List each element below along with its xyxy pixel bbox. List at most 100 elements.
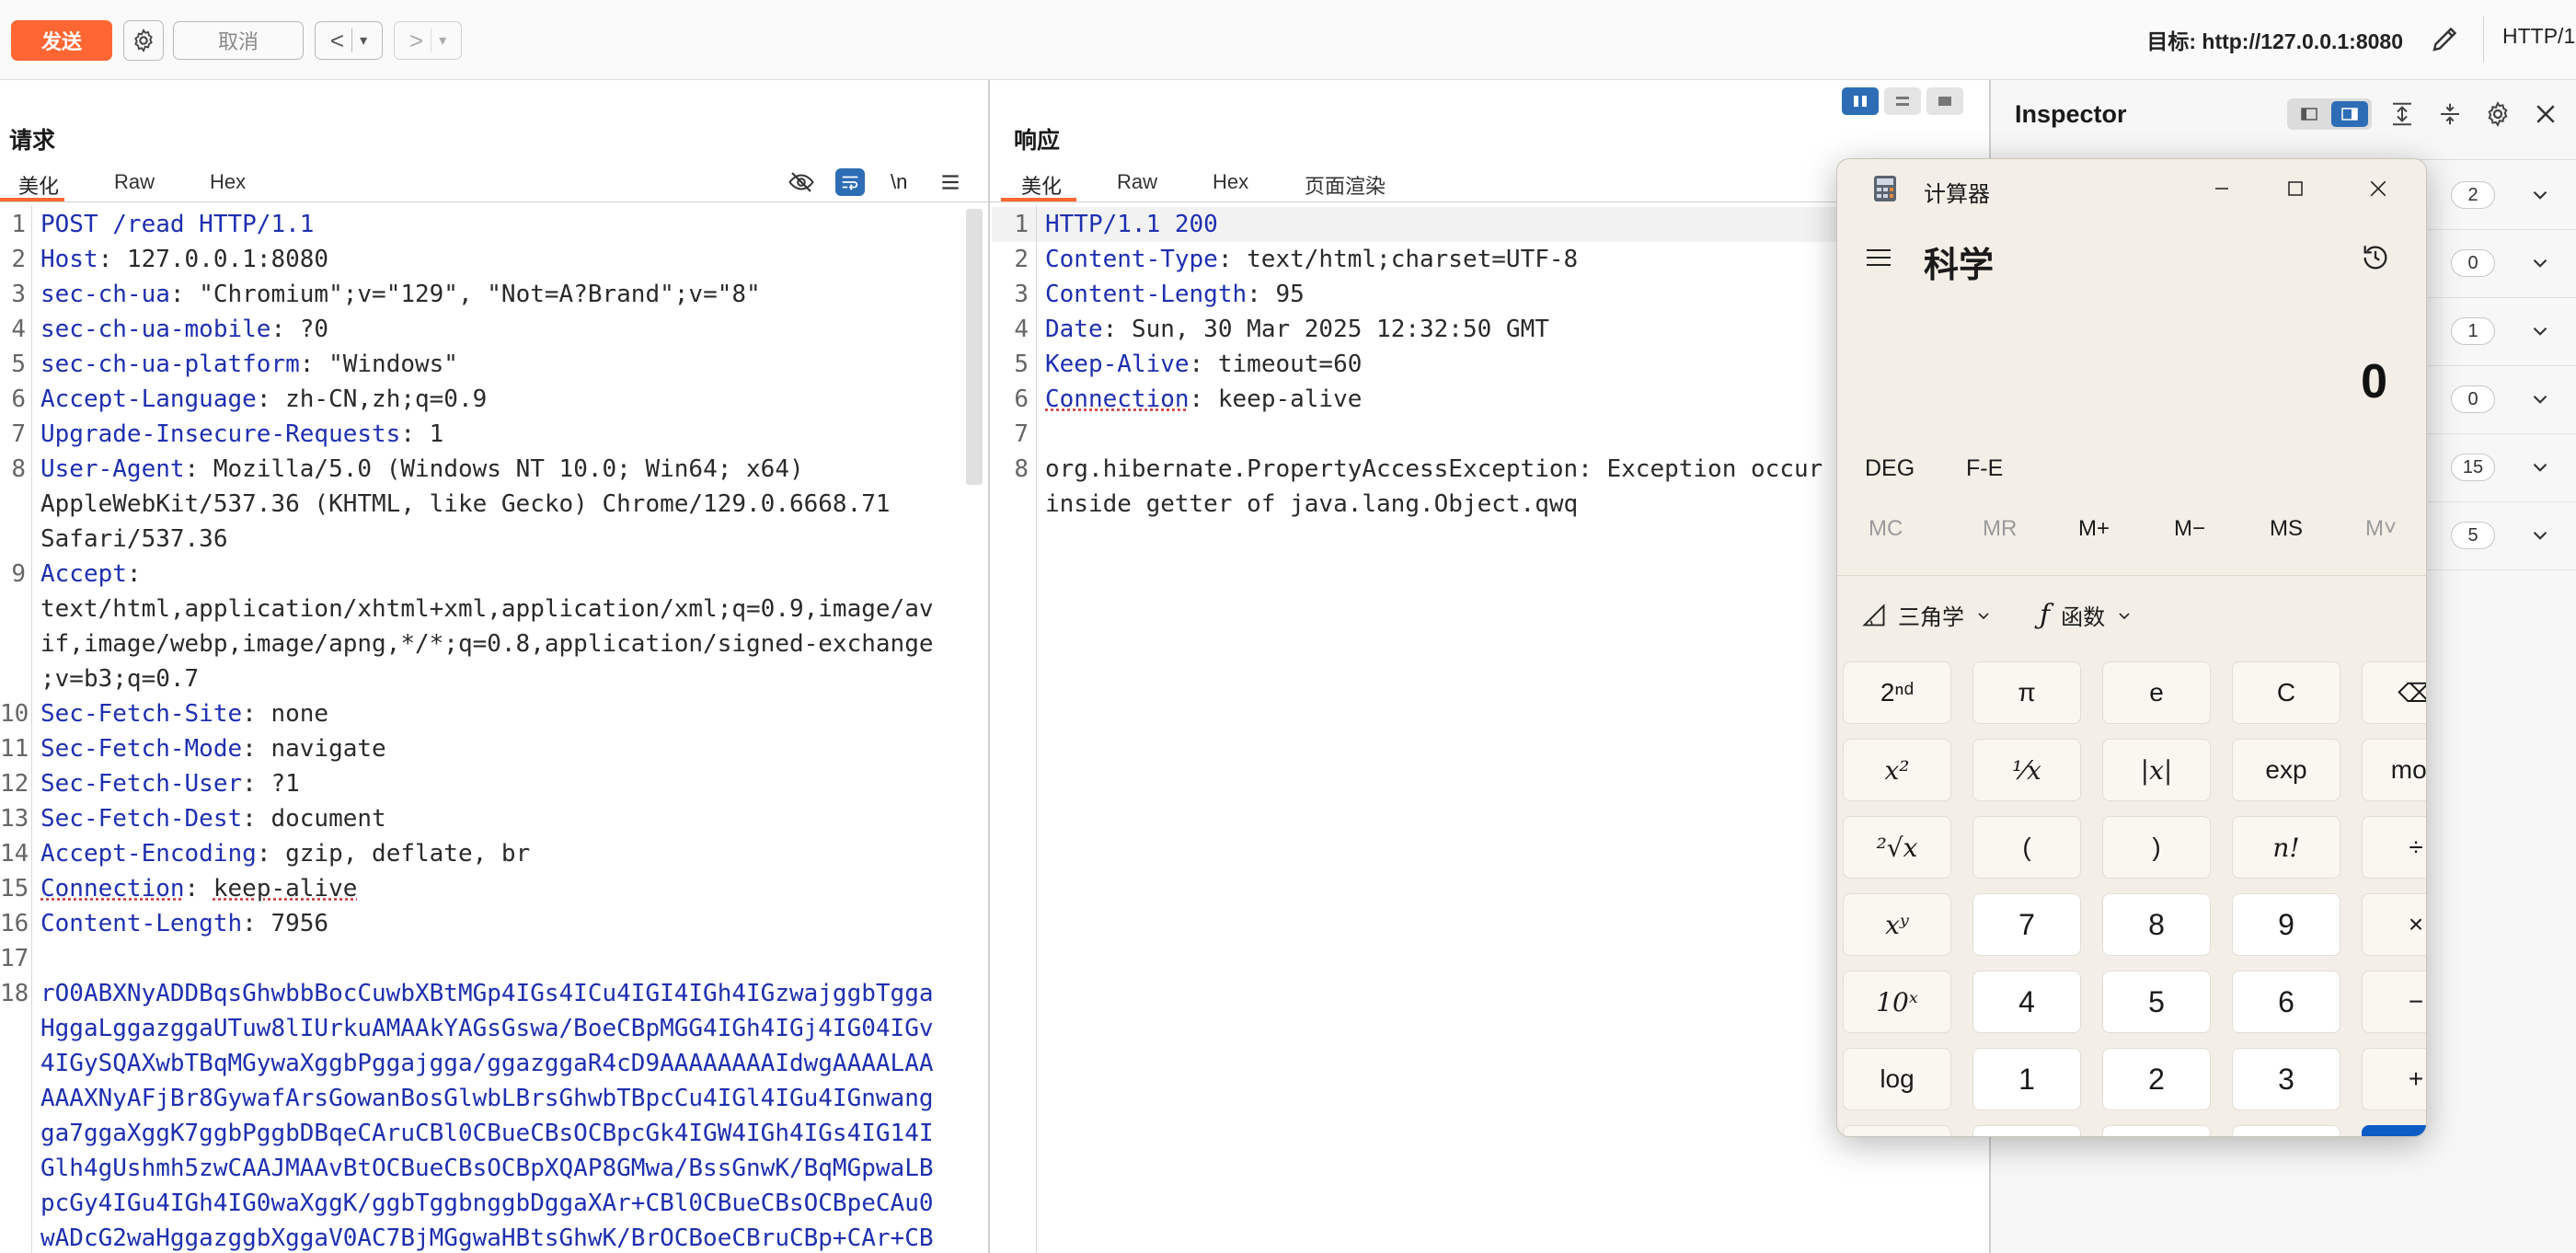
log-button[interactable]: log: [1843, 1048, 1951, 1110]
digit-4-button[interactable]: 4: [1972, 971, 2081, 1033]
header-value: 7956: [270, 910, 329, 937]
inspector-close-button[interactable]: [2532, 100, 2559, 132]
calculator-display: 0: [2361, 355, 2387, 408]
layout-tabs[interactable]: [1926, 87, 1963, 115]
eye-slash-icon: [788, 172, 814, 192]
history-button[interactable]: [2360, 242, 2391, 278]
function-dropdown[interactable]: ƒ 函数: [2040, 599, 2133, 631]
line-number: 3: [1014, 281, 1029, 308]
inspector-layout-detail[interactable]: [2331, 101, 2368, 127]
clear-button[interactable]: C: [2232, 661, 2340, 724]
request-scrollbar[interactable]: [966, 209, 983, 485]
backspace-button[interactable]: ⌫: [2362, 661, 2426, 724]
tab-pretty[interactable]: 美化: [18, 170, 59, 200]
angle-unit-button[interactable]: DEG: [1865, 455, 1915, 482]
collapse-all-button[interactable]: [2436, 100, 2464, 132]
tab-render[interactable]: 页面渲染: [1305, 170, 1386, 200]
digit-6-button[interactable]: 6: [2232, 971, 2340, 1033]
maximize-button[interactable]: [2275, 172, 2316, 205]
expand-all-button[interactable]: [2388, 100, 2416, 132]
sqrt-button[interactable]: ²√x: [1843, 816, 1951, 879]
http-version-label[interactable]: HTTP/1: [2502, 24, 2576, 49]
mod-button[interactable]: mod: [2362, 739, 2426, 801]
edit-target-button[interactable]: [2429, 22, 2462, 60]
send-button[interactable]: 发送: [11, 20, 112, 61]
square-button[interactable]: x²: [1843, 739, 1951, 801]
tab-pretty[interactable]: 美化: [1021, 170, 1062, 200]
memory-list-button[interactable]: M˅: [2365, 516, 2397, 542]
ten-power-button[interactable]: 10ˣ: [1843, 971, 1951, 1033]
minimize-button[interactable]: [2202, 172, 2242, 205]
chevron-down-icon[interactable]: ▾: [360, 31, 367, 50]
memory-add-button[interactable]: M+: [2078, 516, 2110, 542]
word-wrap-toggle[interactable]: [835, 168, 865, 196]
memory-recall-button[interactable]: MR: [1983, 516, 2017, 542]
tab-raw[interactable]: Raw: [114, 170, 155, 194]
code-line: Content-Length: 7956: [40, 906, 328, 941]
fixed-exponent-button[interactable]: F-E: [1966, 455, 2003, 482]
request-editor[interactable]: 1 POST /read HTTP/1.1 2 Host: 127.0.0.1:808…: [0, 207, 960, 1253]
settings-button[interactable]: [123, 20, 164, 61]
cancel-button[interactable]: 取消: [173, 21, 304, 60]
line-number: 13: [0, 805, 29, 833]
open-paren-button[interactable]: (: [1972, 816, 2081, 879]
digit-7-button[interactable]: 7: [1972, 893, 2081, 956]
calculator-window-title: 计算器: [1924, 182, 1990, 207]
memory-subtract-button[interactable]: M−: [2174, 516, 2205, 542]
layout-stacked[interactable]: [1884, 87, 1921, 115]
exp-button[interactable]: exp: [2232, 739, 2340, 801]
digit-9-button[interactable]: 9: [2232, 893, 2340, 956]
inspector-layout-list[interactable]: [2291, 101, 2328, 127]
divide-button[interactable]: ÷: [2362, 816, 2426, 879]
calculator-close-button[interactable]: [2358, 172, 2398, 205]
ln-button[interactable]: ln: [1843, 1125, 1951, 1136]
chevron-down-icon[interactable]: ▾: [439, 31, 446, 50]
negate-button[interactable]: ⁺⁄₋: [1972, 1125, 2081, 1136]
layout-toggle-group: [1842, 87, 1963, 115]
wrap-icon: [842, 176, 858, 190]
digit-1-button[interactable]: 1: [1972, 1048, 2081, 1110]
tab-raw[interactable]: Raw: [1117, 170, 1157, 194]
reciprocal-button[interactable]: ¹⁄x: [1972, 739, 2081, 801]
multiply-button[interactable]: ×: [2362, 893, 2426, 956]
request-menu-button[interactable]: [938, 170, 962, 199]
header-name: Sec-Fetch-Dest: [40, 805, 243, 833]
digit-2-button[interactable]: 2: [2102, 1048, 2211, 1110]
header-name: Accept-Language: [40, 385, 257, 413]
minus-button[interactable]: −: [2362, 971, 2426, 1033]
back-button[interactable]: < ▾: [315, 21, 383, 60]
plus-button[interactable]: +: [2362, 1048, 2426, 1110]
navigation-menu-button[interactable]: [1865, 246, 1892, 274]
layout-side-by-side[interactable]: [1842, 87, 1879, 115]
newline-toggle[interactable]: \n: [891, 170, 907, 194]
target-label[interactable]: 目标: http://127.0.0.1:8080: [2146, 24, 2403, 55]
inspector-settings-button[interactable]: [2484, 100, 2512, 132]
header-value: ?1: [270, 770, 300, 798]
hide-nonprintable-button[interactable]: [788, 168, 815, 201]
factorial-button[interactable]: n!: [2232, 816, 2340, 879]
second-button[interactable]: 2ⁿᵈ: [1843, 661, 1951, 724]
memory-clear-button[interactable]: MC: [1869, 516, 1903, 542]
close-paren-button[interactable]: ): [2102, 816, 2211, 879]
digit-3-button[interactable]: 3: [2232, 1048, 2340, 1110]
forward-button[interactable]: > ▾: [394, 21, 462, 60]
equals-button[interactable]: =: [2362, 1125, 2426, 1136]
memory-store-button[interactable]: MS: [2270, 516, 2303, 542]
header-name: HTTP/1.1 200: [1045, 211, 1218, 238]
trigonometry-dropdown[interactable]: 三角学: [1861, 599, 1992, 631]
digit-0-button[interactable]: 0: [2102, 1125, 2211, 1136]
digit-8-button[interactable]: 8: [2102, 893, 2211, 956]
decimal-button[interactable]: .: [2232, 1125, 2340, 1136]
e-button[interactable]: e: [2102, 661, 2211, 724]
power-button[interactable]: xʸ: [1843, 893, 1951, 956]
header-value: zh-CN,zh;q=0.9: [285, 385, 488, 413]
tab-hex[interactable]: Hex: [1213, 170, 1248, 194]
function-icon: ƒ: [2040, 599, 2051, 631]
abs-button[interactable]: |x|: [2102, 739, 2211, 801]
chevron-down-icon: [2533, 531, 2547, 540]
trigonometry-label: 三角学: [1898, 605, 1964, 630]
hamburger-icon: [1867, 249, 1891, 266]
pi-button[interactable]: π: [1972, 661, 2081, 724]
tab-hex[interactable]: Hex: [210, 170, 246, 194]
digit-5-button[interactable]: 5: [2102, 971, 2211, 1033]
